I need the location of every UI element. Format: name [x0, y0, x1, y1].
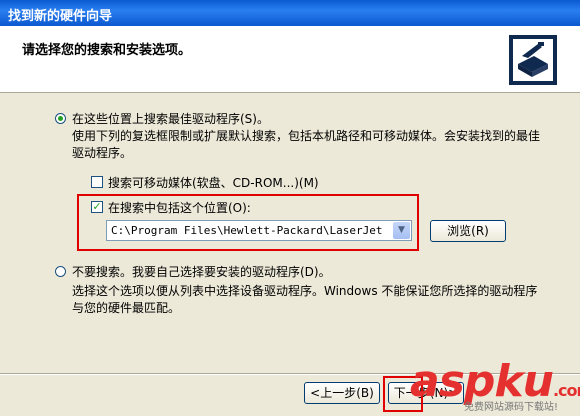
- removable-media-checkbox[interactable]: [91, 176, 103, 188]
- include-location-label[interactable]: 在搜索中包括这个位置(O):: [108, 199, 251, 216]
- removable-media-label[interactable]: 搜索可移动媒体(软盘、CD-ROM...)(M): [108, 174, 319, 191]
- search-description: 使用下列的复选框限制或扩展默认搜索，包括本机路径和可移动媒体。会安装找到的最佳驱…: [72, 129, 541, 160]
- wizard-header: 请选择您的搜索和安装选项。: [0, 26, 580, 93]
- nosearch-radio[interactable]: [55, 266, 66, 277]
- include-location-checkbox[interactable]: ✓: [91, 201, 103, 213]
- path-combobox[interactable]: C:\Program Files\Hewlett-Packard\LaserJe…: [106, 220, 412, 241]
- hardware-install-icon: [509, 35, 557, 85]
- title-bar: 找到新的硬件向导: [0, 0, 580, 26]
- nosearch-radio-label[interactable]: 不要搜索。我要自己选择要安装的驱动程序(D)。: [72, 263, 331, 280]
- chevron-down-icon[interactable]: ▼: [393, 222, 410, 239]
- search-radio[interactable]: [55, 113, 66, 124]
- path-value[interactable]: C:\Program Files\Hewlett-Packard\LaserJe…: [111, 224, 383, 237]
- nosearch-description: 选择这个选项以便从列表中选择设备驱动程序。Windows 不能保证您所选择的驱动…: [72, 284, 538, 315]
- watermark-subtitle: 免费网站源码下载站!: [464, 402, 559, 413]
- window-title: 找到新的硬件向导: [8, 9, 113, 24]
- search-radio-label[interactable]: 在这些位置上搜索最佳驱动程序(S)。: [72, 110, 269, 127]
- browse-button[interactable]: 浏览(R): [430, 220, 506, 242]
- back-button[interactable]: <上一步(B): [304, 382, 380, 404]
- page-heading: 请选择您的搜索和安装选项。: [22, 43, 192, 58]
